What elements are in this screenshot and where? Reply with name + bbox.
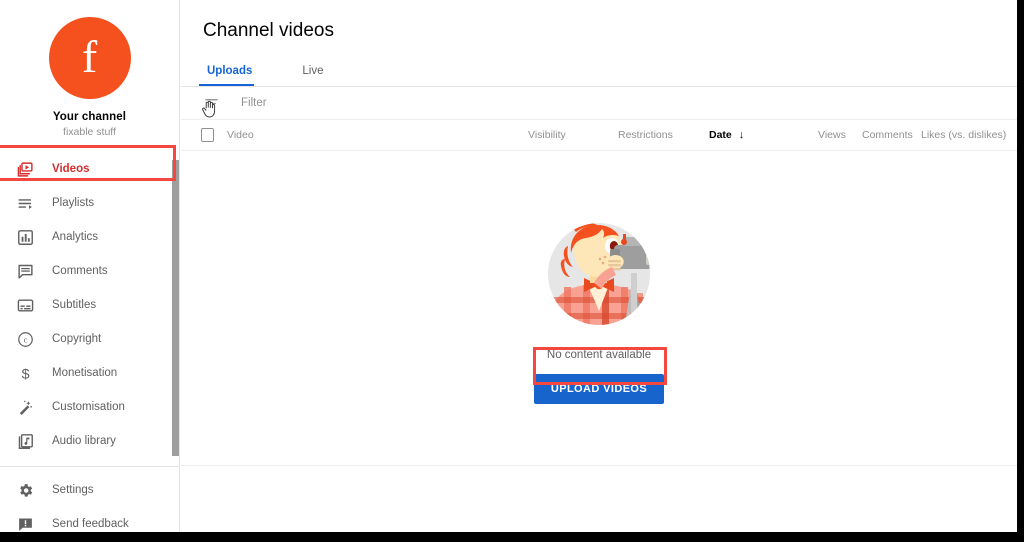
- column-header-date[interactable]: Date ↓: [709, 129, 744, 141]
- tab-uploads[interactable]: Uploads: [198, 65, 256, 86]
- column-header-restrictions[interactable]: Restrictions: [618, 129, 673, 141]
- magic-wand-icon: [14, 396, 36, 418]
- sort-descending-icon: ↓: [738, 129, 745, 141]
- sidebar-item-customisation[interactable]: Customisation: [0, 390, 179, 424]
- sidebar-item-label: Comments: [52, 265, 108, 277]
- analytics-icon: [14, 226, 36, 248]
- sidebar-item-label: Monetisation: [52, 367, 118, 379]
- filter-input[interactable]: Filter: [241, 97, 267, 109]
- tab-bar: Uploads Live: [181, 56, 1017, 87]
- sidebar-item-videos[interactable]: Videos: [0, 152, 179, 186]
- audio-library-icon: [14, 430, 36, 452]
- sidebar-item-label: Subtitles: [52, 299, 97, 311]
- sidebar-item-label: Analytics: [52, 231, 99, 243]
- sidebar-divider: [0, 466, 179, 467]
- sidebar-item-subtitles[interactable]: Subtitles: [0, 288, 179, 322]
- comments-icon: [14, 260, 36, 282]
- column-header-video[interactable]: Video: [227, 129, 254, 141]
- copyright-icon: c: [14, 328, 36, 350]
- window-right-edge: [1017, 0, 1024, 542]
- sidebar-item-label: Copyright: [52, 333, 102, 345]
- tab-live[interactable]: Live: [298, 65, 327, 86]
- sidebar: f Your channel fixable stuff Videos Play…: [0, 0, 180, 532]
- sidebar-item-label: Videos: [52, 163, 90, 175]
- sidebar-nav: Videos Playlists Analytics Comments Subt…: [0, 152, 179, 541]
- sidebar-item-audio-library[interactable]: Audio library: [0, 424, 179, 458]
- sidebar-item-settings[interactable]: Settings: [0, 473, 179, 507]
- upload-videos-button[interactable]: UPLOAD VIDEOS: [533, 373, 665, 404]
- column-header-likes[interactable]: Likes (vs. dislikes): [921, 129, 1006, 141]
- videographer-illustration: [548, 222, 650, 325]
- subtitles-icon: [14, 294, 36, 316]
- main-content: Channel videos Uploads Live Filter Video: [181, 0, 1017, 532]
- sidebar-scrollbar[interactable]: [172, 0, 179, 532]
- sidebar-item-label: Playlists: [52, 197, 95, 209]
- sidebar-item-monetisation[interactable]: $ Monetisation: [0, 356, 179, 390]
- sidebar-item-comments[interactable]: Comments: [0, 254, 179, 288]
- filter-bar: Filter: [181, 87, 1017, 120]
- sidebar-scrollbar-thumb[interactable]: [172, 160, 179, 456]
- svg-text:c: c: [23, 334, 27, 344]
- sidebar-item-label: Audio library: [52, 435, 116, 447]
- sidebar-item-label: Send feedback: [52, 518, 129, 530]
- channel-name: Your channel: [52, 111, 127, 123]
- empty-state-message: No content available: [546, 348, 652, 361]
- select-all-checkbox[interactable]: [201, 128, 214, 142]
- tab-label: Uploads: [207, 65, 253, 77]
- gear-icon: [14, 479, 36, 501]
- column-header-date-label: Date: [709, 129, 732, 141]
- channel-header[interactable]: f Your channel fixable stuff: [0, 0, 179, 138]
- column-header-visibility[interactable]: Visibility: [528, 129, 566, 141]
- page-title: Channel videos: [203, 20, 334, 41]
- avatar[interactable]: f: [48, 17, 131, 99]
- sidebar-item-playlists[interactable]: Playlists: [0, 186, 179, 220]
- svg-text:$: $: [21, 366, 29, 382]
- sidebar-item-label: Settings: [52, 484, 94, 496]
- tab-label: Live: [302, 65, 324, 77]
- column-header-comments[interactable]: Comments: [862, 129, 913, 141]
- avatar-letter: f: [81, 31, 98, 83]
- window-bottom-edge: [0, 532, 1024, 542]
- sidebar-item-label: Customisation: [52, 401, 125, 413]
- empty-state: No content available UPLOAD VIDEOS: [181, 151, 1017, 466]
- column-header-views[interactable]: Views: [818, 129, 846, 141]
- channel-handle: fixable stuff: [63, 126, 116, 138]
- playlists-icon: [14, 192, 36, 214]
- sidebar-item-analytics[interactable]: Analytics: [0, 220, 179, 254]
- dollar-icon: $: [14, 362, 36, 384]
- videos-icon: [14, 158, 36, 180]
- filter-icon[interactable]: [201, 93, 221, 113]
- sidebar-item-copyright[interactable]: c Copyright: [0, 322, 179, 356]
- table-header: Video Visibility Restrictions Date ↓ Vie…: [181, 120, 1017, 151]
- youtube-studio-screen: f Your channel fixable stuff Videos Play…: [0, 0, 1024, 542]
